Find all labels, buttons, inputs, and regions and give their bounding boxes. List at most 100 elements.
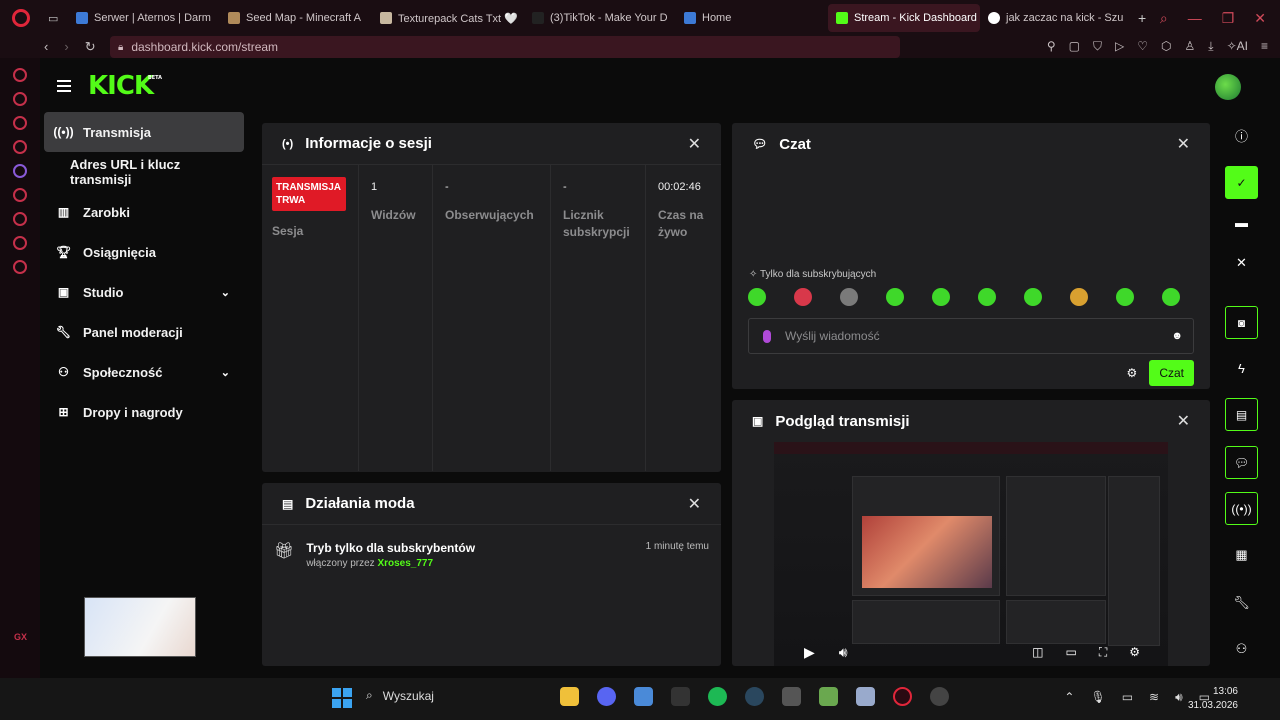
emoji-icon[interactable]: ☻: [1171, 330, 1183, 342]
sidebar-item-osiagniecia[interactable]: 🏆︎ Osiągnięcia: [44, 232, 244, 272]
sidebar-item-studio[interactable]: ▣ Studio ⌄: [44, 272, 244, 312]
avatar[interactable]: [1215, 74, 1241, 100]
emote-icon[interactable]: [1024, 288, 1042, 306]
extensions-rail-icon[interactable]: [13, 236, 27, 250]
lightning-icon[interactable]: ϟ: [1225, 352, 1258, 385]
community-icon[interactable]: ⚇: [1225, 632, 1258, 665]
opera-gx-icon[interactable]: [893, 687, 912, 706]
chat-widget-button[interactable]: 💬︎: [1225, 446, 1258, 479]
history-icon[interactable]: [13, 212, 27, 226]
obs-icon[interactable]: [930, 687, 949, 706]
play-icon[interactable]: ▶: [804, 644, 815, 661]
sidebar-item-panel-moderacji[interactable]: 🔧︎ Panel moderacji: [44, 312, 244, 352]
stream-preview-video[interactable]: ▶ 🔊︎ ◫ ▭ ⛶ ⚙: [774, 442, 1168, 666]
sidebar-item-stream-key[interactable]: Adres URL i klucz transmisji: [44, 152, 244, 192]
play-icon[interactable]: ▷: [1115, 39, 1124, 54]
close-icon[interactable]: ✕: [688, 134, 701, 154]
emote-icon[interactable]: [748, 288, 766, 306]
profile-icon[interactable]: ♙: [1185, 39, 1196, 54]
emote-icon[interactable]: [978, 288, 996, 306]
microphone-icon[interactable]: 🎙︎: [1090, 690, 1105, 705]
new-tab-icon[interactable]: +: [1138, 10, 1146, 26]
browser-tab[interactable]: Texturepack Cats Txt 🤍: [372, 4, 524, 32]
url-field[interactable]: 🔒︎ dashboard.kick.com/stream: [110, 36, 900, 58]
display-icon[interactable]: ▭: [1122, 690, 1133, 705]
speed-dial-icon[interactable]: [13, 68, 27, 82]
browser-tab[interactable]: Seed Map - Minecraft A: [220, 4, 372, 32]
emote-icon[interactable]: [1070, 288, 1088, 306]
document-widget-button[interactable]: ▤: [1225, 398, 1258, 431]
minecraft-icon[interactable]: [819, 687, 838, 706]
photos-icon[interactable]: [634, 687, 653, 706]
spotify-icon[interactable]: [708, 687, 727, 706]
shield-icon[interactable]: ⛉: [1093, 39, 1102, 54]
minimize-icon[interactable]: —: [1188, 10, 1202, 27]
volume-icon[interactable]: 🔊︎: [839, 644, 848, 661]
emote-icon[interactable]: [1162, 288, 1180, 306]
camera-widget-button[interactable]: ◙: [1225, 306, 1258, 339]
heart-icon[interactable]: ♡: [1137, 39, 1148, 54]
game-app-icon[interactable]: [671, 687, 690, 706]
messenger-icon[interactable]: [13, 140, 27, 154]
close-window-icon[interactable]: ✕: [1254, 10, 1266, 27]
bookmarks-icon[interactable]: [13, 92, 27, 106]
picture-in-picture-thumbnail[interactable]: [84, 597, 196, 657]
send-chat-button[interactable]: Czat: [1149, 360, 1194, 386]
broadcast-widget-button[interactable]: ((•)): [1225, 492, 1258, 525]
menu-icon[interactable]: ≡: [1261, 39, 1268, 54]
info-icon[interactable]: ⓘ: [1225, 119, 1258, 152]
emote-icon[interactable]: [840, 288, 858, 306]
checkmark-button[interactable]: ✓: [1225, 166, 1258, 199]
sidebar-item-dropy[interactable]: ⊞ Dropy i nagrody: [44, 392, 244, 432]
browser-tab[interactable]: (3)TikTok - Make Your D: [524, 4, 676, 32]
player-icon[interactable]: [13, 188, 27, 202]
gear-icon[interactable]: ⚙: [1129, 645, 1140, 660]
kick-logo[interactable]: KICK BETA: [88, 71, 162, 101]
pin-icon[interactable]: ⚲: [1047, 39, 1056, 54]
opera-logo-icon[interactable]: [12, 9, 30, 27]
search-tabs-icon[interactable]: ⌕: [1160, 10, 1168, 27]
gx-icon[interactable]: GX: [14, 632, 27, 642]
theater-icon[interactable]: ▭: [1065, 645, 1076, 660]
grid-icon[interactable]: ▦: [1225, 538, 1258, 571]
steam-icon[interactable]: [745, 687, 764, 706]
ai-icon[interactable]: ✧AI: [1227, 39, 1248, 54]
emote-icon[interactable]: [932, 288, 950, 306]
emote-icon[interactable]: [1116, 288, 1134, 306]
fullscreen-icon[interactable]: ⛶: [1099, 645, 1107, 660]
back-icon[interactable]: ‹: [44, 39, 48, 55]
browser-tab[interactable]: Serwer | Aternos | Darm: [68, 4, 220, 32]
layout-icon[interactable]: ▬: [1225, 206, 1258, 239]
twitch-icon[interactable]: [13, 164, 27, 178]
tab-list-icon[interactable]: ▭: [48, 12, 58, 25]
sidebar-item-transmisja[interactable]: ((•)) Transmisja: [44, 112, 244, 152]
gear-icon[interactable]: ⚙: [1127, 366, 1138, 380]
snapshot-icon[interactable]: ▢: [1069, 39, 1080, 54]
workspaces-icon[interactable]: [13, 116, 27, 130]
pip-icon[interactable]: ◫: [1032, 645, 1043, 660]
discord-icon[interactable]: [597, 687, 616, 706]
browser-tab-active[interactable]: Stream - Kick Dashboard: [828, 4, 980, 32]
download-icon[interactable]: ⤓: [1208, 39, 1213, 54]
wrench-icon[interactable]: 🔧︎: [1225, 586, 1258, 619]
sidebar-item-zarobki[interactable]: ▥ Zarobki: [44, 192, 244, 232]
windows-start-icon[interactable]: [332, 688, 352, 708]
forward-icon[interactable]: ›: [64, 39, 68, 55]
username-link[interactable]: Xroses_777: [377, 558, 433, 569]
close-icon[interactable]: ✕: [1225, 246, 1258, 279]
app-icon[interactable]: [856, 687, 875, 706]
sidebar-item-spolecznosc[interactable]: ⚇ Społeczność ⌄: [44, 352, 244, 392]
maximize-icon[interactable]: ❐: [1222, 10, 1235, 27]
close-icon[interactable]: ✕: [1177, 134, 1190, 154]
taskbar-clock[interactable]: 13:06 31.03.2026: [1188, 685, 1238, 713]
wifi-icon[interactable]: ≋: [1149, 690, 1159, 705]
chat-message-input[interactable]: Wyślij wiadomość ☻: [748, 318, 1194, 354]
browser-tab[interactable]: jak zaczac na kick - Szu: [980, 4, 1132, 32]
pen-app-icon[interactable]: [782, 687, 801, 706]
taskbar-search[interactable]: ⌕ Wyszukaj: [366, 688, 434, 703]
chevron-up-icon[interactable]: ⌃: [1064, 690, 1074, 705]
close-icon[interactable]: ✕: [1177, 411, 1190, 431]
reload-icon[interactable]: ↻: [85, 39, 96, 55]
emote-icon[interactable]: [886, 288, 904, 306]
hamburger-menu-icon[interactable]: [57, 80, 71, 92]
